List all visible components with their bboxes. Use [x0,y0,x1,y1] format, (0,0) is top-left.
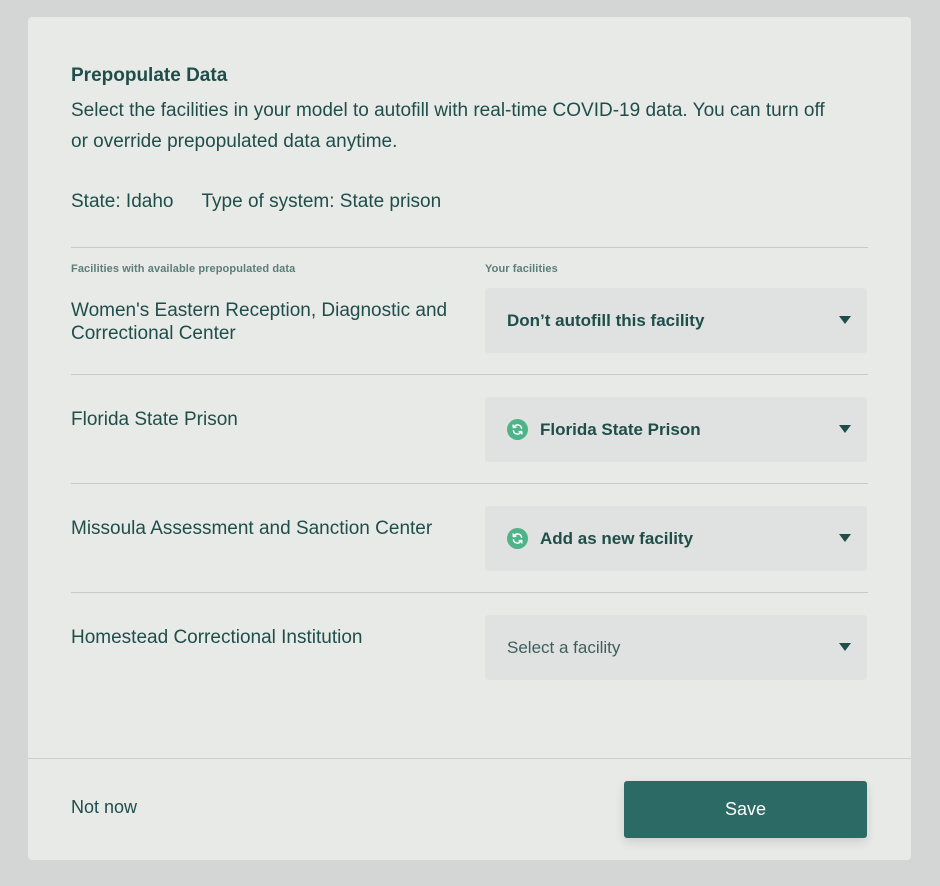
facility-select[interactable]: Florida State Prison [485,397,867,462]
facility-name: Women's Eastern Reception, Diagnostic an… [71,300,448,344]
caret-down-icon [839,643,851,651]
not-now-button[interactable]: Not now [71,797,137,818]
facility-select-placeholder: Select a facility [507,637,621,657]
meta-info: State: Idaho Type of system: State priso… [71,191,868,213]
column-header-available: Facilities with available prepopulated d… [71,263,296,275]
facility-select-value: Add as new facility [540,528,694,548]
sync-icon [507,528,528,549]
facility-row: Missoula Assessment and Sanction Center … [71,506,868,571]
facility-name: Florida State Prison [71,409,238,430]
modal-description: Select the facilities in your model to a… [71,100,825,152]
modal-title: Prepopulate Data [71,65,228,86]
save-button[interactable]: Save [624,781,867,838]
sync-icon [507,419,528,440]
facility-select[interactable]: Don’t autofill this facility [485,288,867,353]
state-label: State: Idaho [71,191,174,212]
facility-select-value: Don’t autofill this facility [507,310,705,330]
footer-divider [28,758,911,759]
row-divider [71,483,868,484]
prepopulate-modal: Prepopulate Data Select the facilities i… [28,17,911,860]
caret-down-icon [839,534,851,542]
divider [71,247,868,248]
facility-name: Missoula Assessment and Sanction Center [71,518,433,539]
facility-row: Homestead Correctional Institution Selec… [71,615,868,680]
column-header-your-facilities: Your facilities [485,263,558,275]
facility-select[interactable]: Add as new facility [485,506,867,571]
facility-row: Florida State Prison Florida State Priso… [71,397,868,462]
caret-down-icon [839,316,851,324]
facility-row: Women's Eastern Reception, Diagnostic an… [71,288,868,353]
facility-name: Homestead Correctional Institution [71,627,363,648]
facility-select[interactable]: Select a facility [485,615,867,680]
row-divider [71,592,868,593]
caret-down-icon [839,425,851,433]
facility-select-value: Florida State Prison [540,419,701,439]
system-type-label: Type of system: State prison [201,191,442,212]
column-headers: Facilities with available prepopulated d… [71,263,868,275]
row-divider [71,374,868,375]
